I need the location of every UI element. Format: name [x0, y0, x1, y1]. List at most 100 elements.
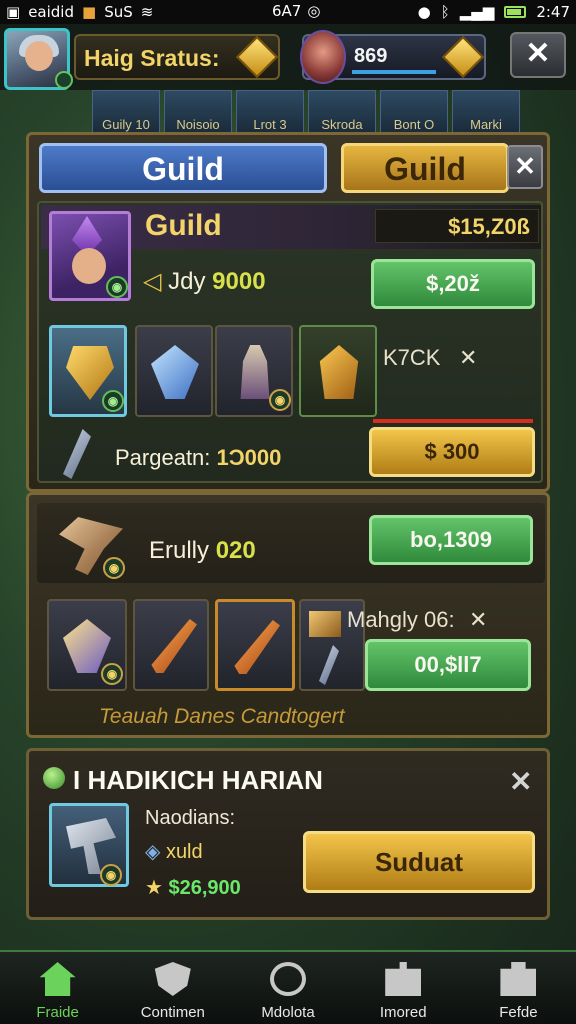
- offer-close-button[interactable]: ✕: [509, 765, 532, 798]
- score-value: 869: [354, 45, 388, 67]
- items-side-mark[interactable]: ✕: [459, 345, 477, 371]
- score-plate[interactable]: 869: [300, 30, 486, 84]
- nav-item-mdolota[interactable]: Mdolota: [230, 952, 345, 1024]
- gold-amount: $15,Z0ß: [448, 214, 530, 239]
- nav-item-fefde[interactable]: Fefde: [461, 952, 576, 1024]
- member-line: ◁ Jdy 9000: [143, 267, 266, 296]
- upgrade-side-mark[interactable]: ✕: [469, 607, 487, 633]
- tab-guild-secondary[interactable]: Guild: [341, 143, 509, 193]
- status-right: ● ᛒ ▂▄▆ 2:47: [418, 3, 570, 21]
- close-button[interactable]: ✕: [510, 32, 566, 78]
- notification-icon: ▣: [6, 3, 21, 21]
- alarm-icon: ●: [417, 3, 431, 21]
- offer-price-line: ★ $26,900: [145, 875, 241, 900]
- upgrade-confirm-button[interactable]: 00,$ll7: [365, 639, 531, 691]
- item-slot-crystal[interactable]: [135, 325, 213, 417]
- offer-item-slot[interactable]: ◉: [49, 803, 129, 887]
- sword-icon: [234, 620, 280, 674]
- lantern-icon: [319, 345, 359, 399]
- top-hud: Haig Sratus: 869 ✕: [0, 24, 576, 90]
- guild-leader-portrait[interactable]: ◉: [49, 211, 131, 301]
- item-slot-axe[interactable]: ◉: [47, 599, 127, 691]
- offer-submit-button[interactable]: Suduat: [303, 831, 535, 893]
- score-progress-bar: [352, 70, 436, 74]
- status-left: ▣ eaidid ■ SuS ≋: [6, 3, 153, 21]
- tab-guild-primary[interactable]: Guild: [39, 143, 327, 193]
- wand-icon: [319, 645, 339, 685]
- player-name: Haig Sratus:: [84, 45, 220, 71]
- sword-icon: [151, 619, 197, 673]
- home-icon: [39, 962, 76, 996]
- upgrade-side-text: Mahgly 06:: [347, 607, 455, 632]
- scroll-icon: [309, 611, 341, 637]
- bag-icon: [500, 962, 537, 996]
- carrier-text: SuS: [104, 3, 133, 21]
- hero-card[interactable]: Bont O: [380, 90, 448, 134]
- nav-label: Mdolota: [261, 1004, 315, 1021]
- item-slot-lantern[interactable]: [299, 325, 377, 417]
- bottom-nav: Fraide Contimen Mdolota Imored Fefde: [0, 950, 576, 1024]
- gold-amount-box: $15,Z0ß: [375, 209, 539, 243]
- buy-button[interactable]: $ 300: [369, 427, 535, 477]
- item-badge-icon: ◉: [100, 864, 122, 886]
- footer-line: Pargeatn: 1Ɔ000: [115, 445, 281, 471]
- offer-sub-label: xuld: [165, 841, 203, 863]
- wand-icon: [63, 429, 91, 479]
- item-slot-sword-selected[interactable]: [215, 599, 295, 691]
- upgrade-header: ◉ Erully 020 bo,1309: [37, 503, 545, 583]
- offer-label: Naodians:: [145, 807, 236, 829]
- upgrade-title-prefix: Erully: [149, 537, 210, 564]
- hero-card[interactable]: Skroda: [308, 90, 376, 134]
- member-line-value: 9000: [212, 268, 266, 295]
- nav-label: Fefde: [499, 1004, 538, 1021]
- status-center: 6A7 ◎: [272, 2, 320, 20]
- nav-item-contimen[interactable]: Contimen: [115, 952, 230, 1024]
- leader-badge-icon: ◉: [106, 276, 128, 298]
- upgrade-panel: ◉ Erully 020 bo,1309 ◉ Mahgly 06: ✕ 00,$…: [26, 492, 550, 738]
- item-badge-icon: ◉: [102, 390, 124, 412]
- status-bar: ▣ eaidid ■ SuS ≋ 6A7 ◎ ● ᛒ ▂▄▆ 2:47: [0, 0, 576, 24]
- shield-icon: [154, 962, 191, 996]
- nav-item-imored[interactable]: Imored: [346, 952, 461, 1024]
- item-slot-knight[interactable]: ◉: [215, 325, 293, 417]
- close-icon: ✕: [514, 151, 536, 181]
- hero-card[interactable]: Guily 10: [92, 90, 160, 134]
- arrow-icon: ◁: [143, 268, 169, 295]
- player-name-plate[interactable]: Haig Sratus:: [74, 34, 280, 80]
- member-line-prefix: Jdy: [168, 268, 206, 295]
- offer-sub-line: ◈ xuld: [145, 839, 203, 864]
- status-time: 2:47: [536, 3, 570, 21]
- nav-label: Contimen: [140, 1004, 205, 1021]
- offer-panel: I HADIKICH HARIAN ✕ ◉ Naodians: ◈ xuld ★…: [26, 748, 550, 920]
- guild-panel: Guild Guild ✕ Guild $15,Z0ß ◉ ◁ Jdy 9000…: [26, 132, 550, 492]
- puzzle-icon: [385, 962, 422, 996]
- nav-label: Imored: [379, 1004, 427, 1021]
- upgrade-title-value: 020: [215, 537, 256, 564]
- progress-line: [373, 419, 533, 423]
- footer-value: 1Ɔ000: [216, 445, 282, 470]
- status-center-text: 6A7: [272, 2, 302, 20]
- offer-price: $26,900: [168, 877, 241, 899]
- crystal-icon: [151, 345, 199, 399]
- item-slot-sword[interactable]: [133, 599, 209, 691]
- hero-card[interactable]: Marki: [452, 90, 520, 134]
- upgrade-footer-note: Teauah Danes Candtogert: [99, 705, 345, 728]
- claim-button[interactable]: $,20ž: [371, 259, 535, 309]
- panel-close-button[interactable]: ✕: [507, 145, 543, 189]
- gold-gem-icon: [235, 35, 279, 79]
- close-icon: ✕: [525, 37, 551, 70]
- upgrade-green-button[interactable]: bo,1309: [369, 515, 533, 565]
- score-avatar: [300, 30, 346, 84]
- item-badge-icon: ◉: [101, 663, 123, 685]
- sync-icon: ◎: [307, 2, 321, 20]
- hero-card[interactable]: Lrot 3: [236, 90, 304, 134]
- nav-item-fraide[interactable]: Fraide: [0, 952, 115, 1024]
- app-icon: ■: [82, 3, 97, 21]
- offer-title: I HADIKICH HARIAN: [73, 765, 323, 795]
- player-portrait[interactable]: [4, 28, 73, 90]
- hero-card[interactable]: Noisoio: [164, 90, 232, 134]
- items-side-text: K7CK: [383, 345, 441, 370]
- nav-label: Fraide: [36, 1004, 79, 1021]
- score-gem-icon: [441, 35, 485, 79]
- item-slot-shield[interactable]: ◉: [49, 325, 127, 417]
